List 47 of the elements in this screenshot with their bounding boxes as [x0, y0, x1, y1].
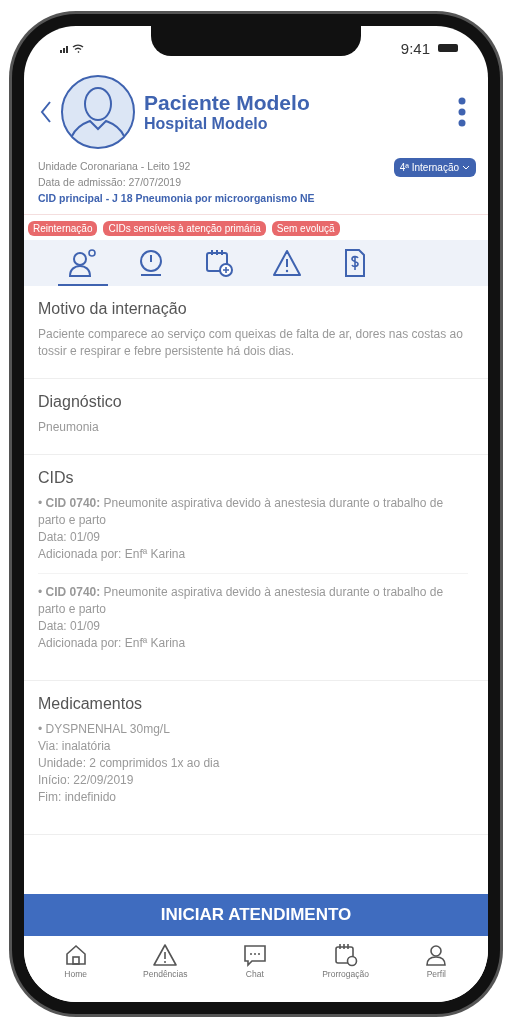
entry-line: Adicionada por: Enfª Karina	[38, 546, 187, 563]
section-text: Pneumonia	[38, 419, 100, 436]
stay-dropdown[interactable]: 4ª Internação	[393, 158, 476, 177]
avatar-silhouette-icon	[60, 74, 136, 150]
nav-item[interactable]: Pendências	[137, 942, 194, 980]
battery-icon	[438, 44, 458, 52]
nav-item[interactable]: Perfil	[418, 942, 455, 980]
section-title: Medicamentos	[38, 695, 144, 713]
entry-line: Adicionada por: Enfª Karina	[38, 635, 187, 652]
entry-line: Data: 01/09	[38, 529, 102, 546]
nav-item[interactable]: Chat	[236, 942, 273, 980]
section-title: Diagnóstico	[38, 393, 123, 411]
entry-line: Início: 22/09/2019	[38, 772, 135, 789]
section-title: Motivo da internação	[38, 300, 188, 318]
entry-line: • DYSPNENHAL 30mg/L	[38, 721, 171, 738]
nav-item[interactable]: Home	[57, 942, 94, 980]
section-title: CIDs	[38, 469, 75, 487]
calendar-add-icon	[204, 248, 234, 278]
alert-tag: Reinternação	[28, 221, 98, 236]
warning-icon	[153, 943, 178, 967]
calendar-icon	[333, 943, 358, 967]
home-icon	[63, 943, 88, 967]
entry-line: Data: 01/09	[38, 618, 102, 635]
entry-line: • CID 0740: Pneumonite aspirativa devido à anestesia durante o trabalho de parto e parto	[38, 495, 445, 529]
entry-line: • CID 0740: Pneumonite aspirativa devido à anestesia durante o trabalho de parto e parto	[38, 584, 445, 618]
chat-bubble-icon	[242, 943, 267, 967]
nav-item[interactable]: Prorrogação	[316, 942, 375, 980]
admission-date-text: Data de admissão: 27/07/2019	[38, 175, 183, 190]
hospital-name: Hospital Modelo	[144, 115, 269, 133]
warning-icon	[272, 248, 302, 278]
alert-tag: Sem evoluçã	[271, 221, 340, 236]
alert-tag: CIDs sensíveis à atenção primária	[103, 221, 266, 236]
start-care-button[interactable]: INICIAR ATENDIMENTO	[24, 894, 488, 936]
section-text: Paciente comparece ao serviço com queixas de falta de ar, dores nas costas ao tossir e respirar e febre persistente há dois dias.	[38, 326, 464, 360]
more-options-icon[interactable]	[458, 97, 466, 127]
entry-line: Via: inalatória	[38, 738, 112, 755]
signal-wifi-icon	[60, 43, 86, 53]
person-icon	[424, 943, 449, 967]
entry-line: Unidade: 2 comprimidos 1x ao dia	[38, 755, 221, 772]
back-chevron-icon[interactable]	[40, 100, 52, 124]
chevron-down-icon	[462, 165, 470, 170]
person-icon	[68, 248, 98, 278]
clock-time: 9:41	[400, 39, 430, 57]
patient-name: Paciente Modelo	[144, 91, 311, 115]
entry-line: Fim: indefinido	[38, 789, 118, 806]
unit-bed-text: Unidade Coronariana - Leito 192	[38, 159, 192, 174]
main-cid-text: CID principal - J 18 Pneumonia por microorganismo NE	[38, 191, 316, 206]
